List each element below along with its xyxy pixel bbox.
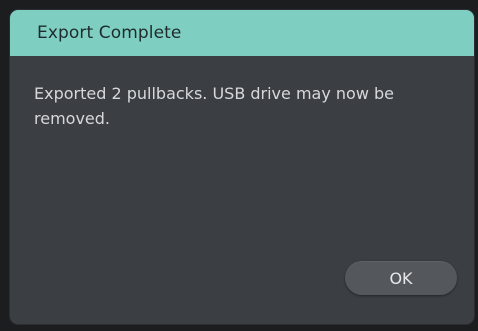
dialog-header: Export Complete <box>10 10 474 56</box>
ok-button[interactable]: OK <box>345 261 457 295</box>
dialog-message: Exported 2 pullbacks. USB drive may now … <box>34 84 394 128</box>
export-complete-dialog: Export Complete Exported 2 pullbacks. US… <box>10 10 474 324</box>
dialog-title: Export Complete <box>37 23 182 43</box>
